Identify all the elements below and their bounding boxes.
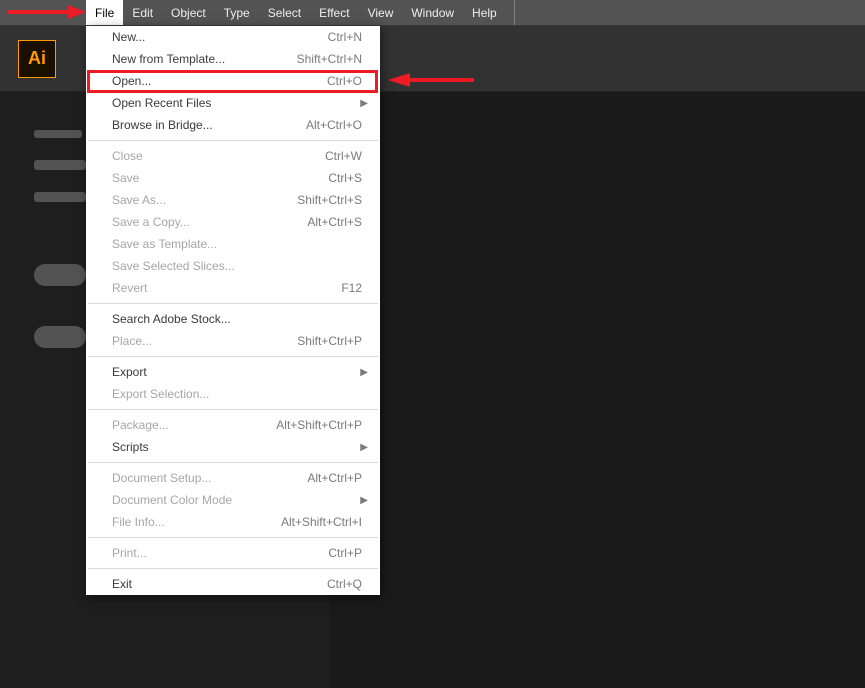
menuitem-label: Save (112, 171, 139, 185)
menuitem-save-selected-slices: Save Selected Slices... (86, 255, 380, 277)
menuitem-save-as-template: Save as Template... (86, 233, 380, 255)
menuitem-new[interactable]: New... Ctrl+N (86, 26, 380, 48)
menuitem-label: Open Recent Files (112, 96, 211, 110)
menuitem-label: File Info... (112, 515, 165, 529)
menuitem-label: Place... (112, 334, 152, 348)
menuitem-open-recent-files[interactable]: Open Recent Files ▶ (86, 92, 380, 114)
menuitem-label: Scripts (112, 440, 149, 454)
placeholder (34, 130, 82, 138)
placeholder-button (34, 264, 86, 286)
placeholder (34, 160, 86, 170)
menuitem-shortcut: Ctrl+N (328, 30, 362, 44)
menuitem-file-info: File Info... Alt+Shift+Ctrl+I (86, 511, 380, 533)
menuitem-label: Save Selected Slices... (112, 259, 235, 273)
menu-type[interactable]: Type (215, 0, 259, 25)
menuitem-shortcut: Alt+Shift+Ctrl+P (276, 418, 362, 432)
menu-separator (88, 356, 378, 357)
menuitem-shortcut: Shift+Ctrl+S (297, 193, 362, 207)
menu-view[interactable]: View (359, 0, 403, 25)
menuitem-shortcut: F12 (341, 281, 362, 295)
chevron-right-icon: ▶ (360, 442, 368, 453)
menu-object[interactable]: Object (162, 0, 215, 25)
menuitem-save-as: Save As... Shift+Ctrl+S (86, 189, 380, 211)
menuitem-shortcut: Alt+Ctrl+O (306, 118, 362, 132)
menuitem-save-a-copy: Save a Copy... Alt+Ctrl+S (86, 211, 380, 233)
menu-separator (88, 409, 378, 410)
menuitem-shortcut: Ctrl+Q (327, 577, 362, 591)
menu-bar: FileEditObjectTypeSelectEffectViewWindow… (0, 0, 865, 26)
menuitem-label: Package... (112, 418, 169, 432)
menuitem-label: Exit (112, 577, 132, 591)
menuitem-shortcut: Shift+Ctrl+N (297, 52, 362, 66)
menuitem-save: Save Ctrl+S (86, 167, 380, 189)
menu-window[interactable]: Window (402, 0, 463, 25)
menuitem-label: Revert (112, 281, 147, 295)
placeholder-button (34, 326, 86, 348)
menuitem-label: Search Adobe Stock... (112, 312, 231, 326)
menu-effect[interactable]: Effect (310, 0, 358, 25)
logo-text: Ai (28, 48, 46, 69)
menu-select[interactable]: Select (259, 0, 310, 25)
menu-separator (88, 568, 378, 569)
menuitem-shortcut: Alt+Shift+Ctrl+I (281, 515, 362, 529)
menu-separator (88, 537, 378, 538)
menuitem-label: New from Template... (112, 52, 225, 66)
chevron-right-icon: ▶ (360, 98, 368, 109)
menuitem-label: Save as Template... (112, 237, 217, 251)
menuitem-shortcut: Alt+Ctrl+P (307, 471, 362, 485)
menuitem-place: Place... Shift+Ctrl+P (86, 330, 380, 352)
menuitem-new-from-template[interactable]: New from Template... Shift+Ctrl+N (86, 48, 380, 70)
menuitem-label: Export Selection... (112, 387, 209, 401)
menuitem-search-adobe-stock[interactable]: Search Adobe Stock... (86, 308, 380, 330)
file-menu-dropdown: New... Ctrl+N New from Template... Shift+Ct… (86, 26, 380, 595)
menuitem-shortcut: Alt+Ctrl+S (307, 215, 362, 229)
menuitem-label: Browse in Bridge... (112, 118, 213, 132)
menuitem-label: Save a Copy... (112, 215, 190, 229)
work-area (330, 92, 865, 688)
menuitem-exit[interactable]: Exit Ctrl+Q (86, 573, 380, 595)
menu-separator (88, 462, 378, 463)
menuitem-label: Open... (112, 74, 151, 88)
menuitem-label: Print... (112, 546, 147, 560)
menuitem-label: Document Color Mode (112, 493, 232, 507)
menuitem-open[interactable]: Open... Ctrl+O (86, 70, 380, 92)
menu-separator (88, 140, 378, 141)
menuitem-label: New... (112, 30, 145, 44)
chevron-right-icon: ▶ (360, 367, 368, 378)
menuitem-label: Save As... (112, 193, 166, 207)
menuitem-close: Close Ctrl+W (86, 145, 380, 167)
menuitem-revert: Revert F12 (86, 277, 380, 299)
placeholder (34, 192, 86, 202)
chevron-right-icon: ▶ (360, 495, 368, 506)
menuitem-label: Close (112, 149, 143, 163)
menuitem-shortcut: Ctrl+O (327, 74, 362, 88)
menu-separator (88, 303, 378, 304)
menuitem-scripts[interactable]: Scripts ▶ (86, 436, 380, 458)
menuitem-label: Export (112, 365, 147, 379)
menuitem-document-setup: Document Setup... Alt+Ctrl+P (86, 467, 380, 489)
menuitem-shortcut: Shift+Ctrl+P (297, 334, 362, 348)
menuitem-label: Document Setup... (112, 471, 211, 485)
menuitem-export-selection: Export Selection... (86, 383, 380, 405)
menuitem-shortcut: Ctrl+P (328, 546, 362, 560)
menu-edit[interactable]: Edit (123, 0, 162, 25)
menu-help[interactable]: Help (463, 0, 506, 25)
menuitem-print: Print... Ctrl+P (86, 542, 380, 564)
menuitem-package: Package... Alt+Shift+Ctrl+P (86, 414, 380, 436)
menuitem-document-color-mode: Document Color Mode ▶ (86, 489, 380, 511)
menuitem-shortcut: Ctrl+W (325, 149, 362, 163)
menu-file[interactable]: File (86, 0, 123, 25)
menuitem-shortcut: Ctrl+S (328, 171, 362, 185)
illustrator-logo: Ai (18, 40, 56, 78)
menuitem-export[interactable]: Export ▶ (86, 361, 380, 383)
menuitem-browse-in-bridge[interactable]: Browse in Bridge... Alt+Ctrl+O (86, 114, 380, 136)
